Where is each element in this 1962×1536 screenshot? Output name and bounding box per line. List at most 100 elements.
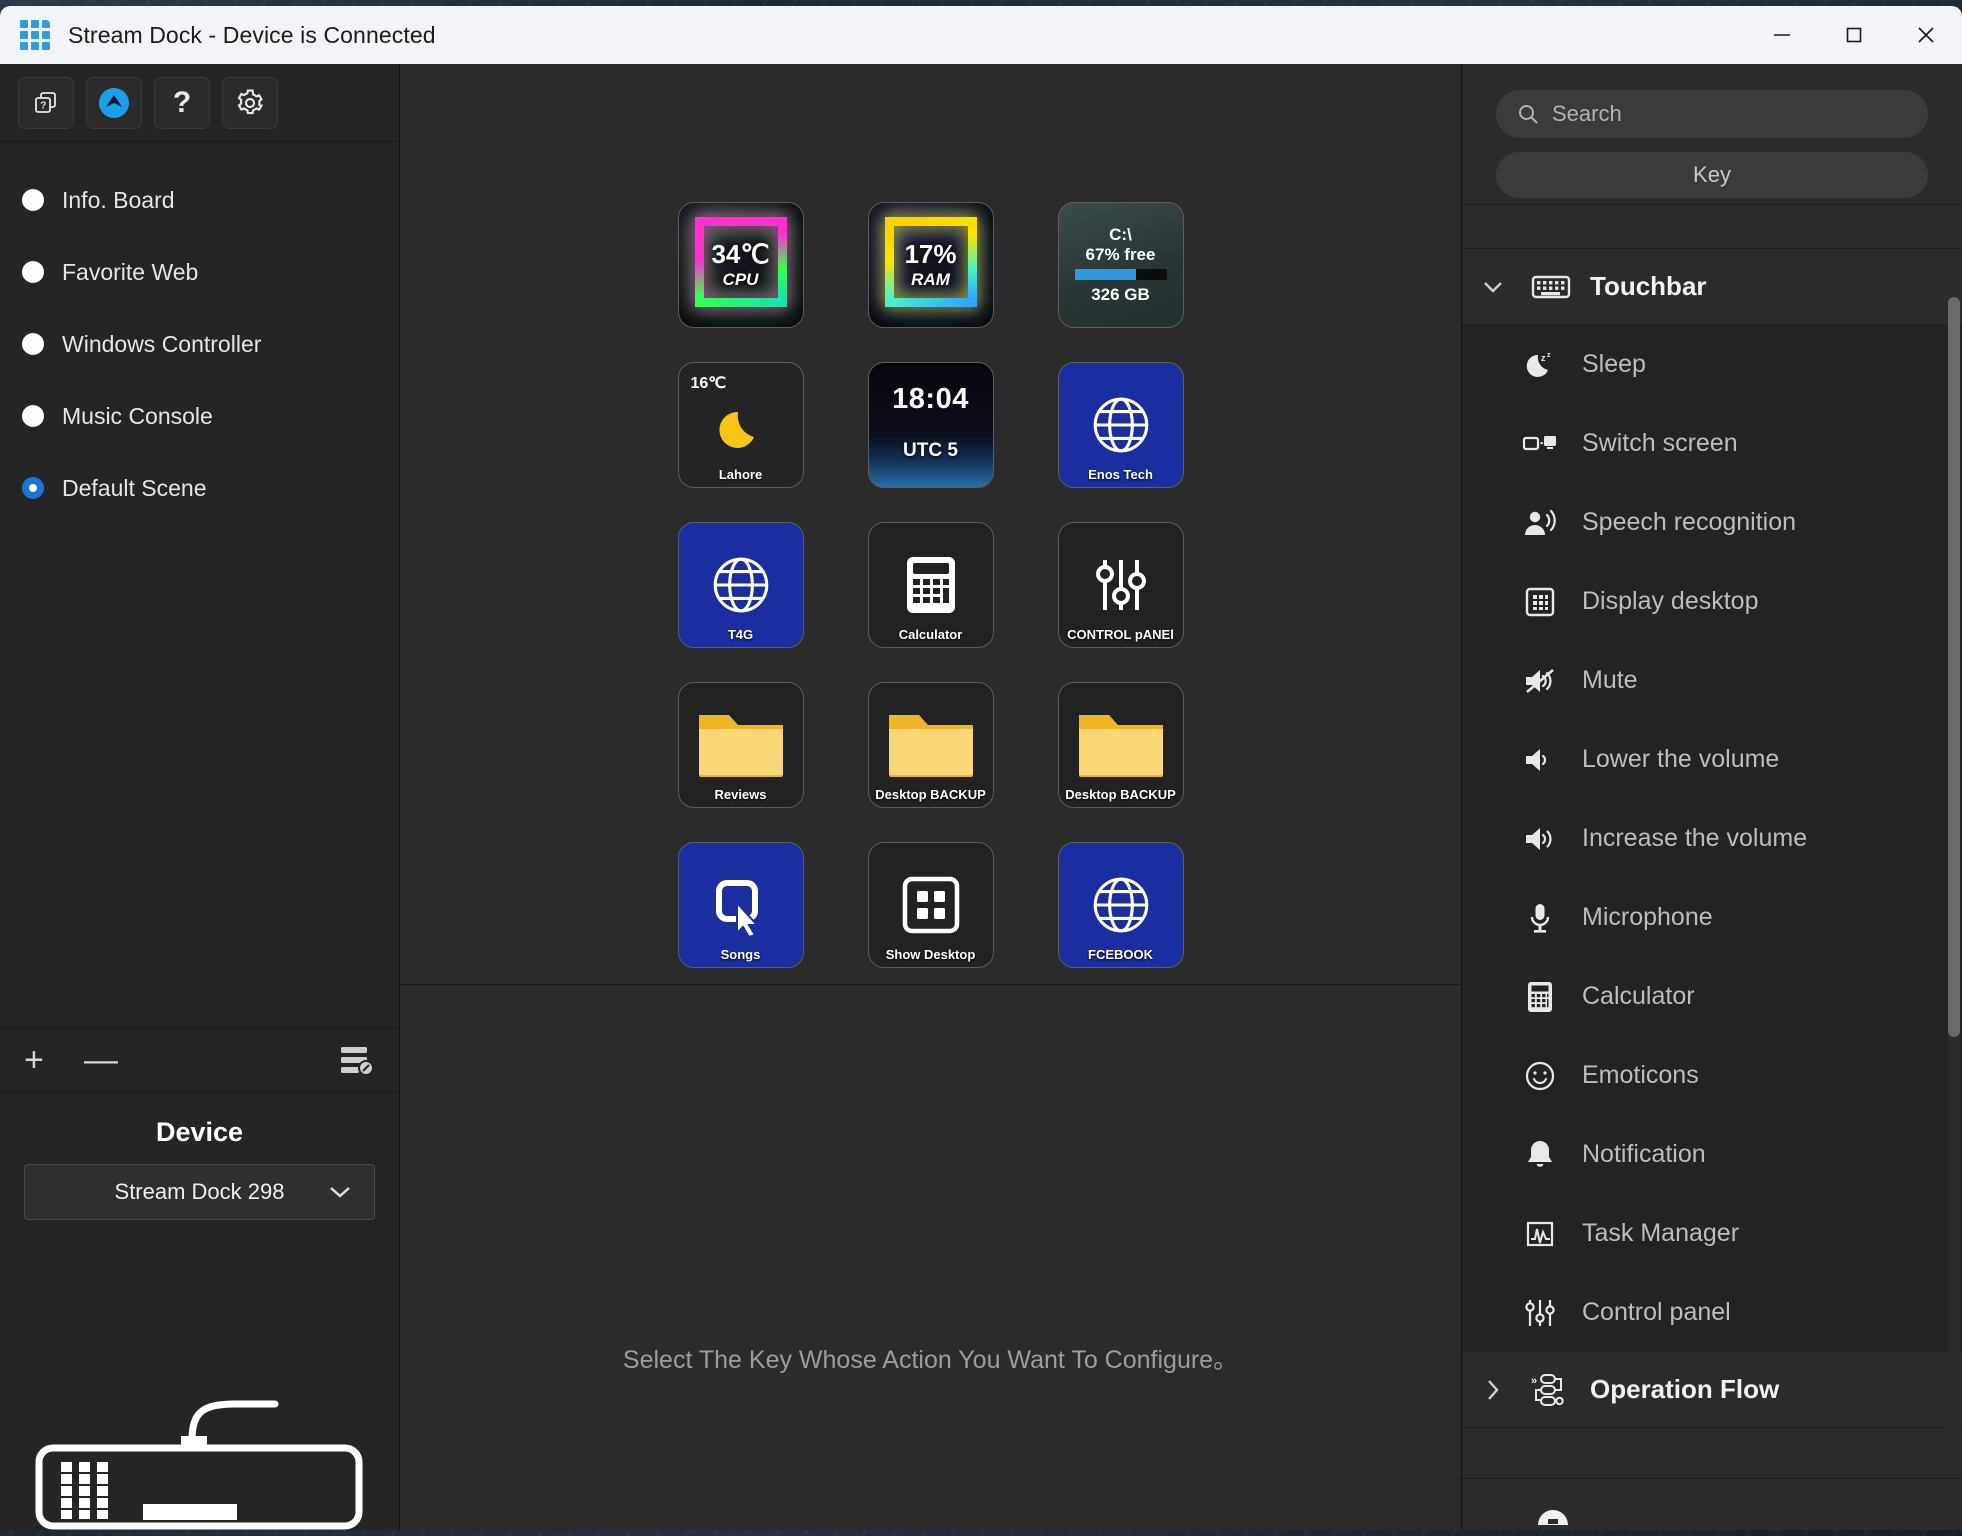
key-label: Songs: [720, 947, 761, 962]
key-tab[interactable]: Key: [1496, 152, 1928, 198]
key-clock-utc5[interactable]: 18:04 UTC 5: [867, 362, 994, 488]
scene-item-music-console[interactable]: Music Console: [0, 380, 399, 452]
category-header-operation-flow[interactable]: » Operation Flow: [1462, 1352, 1962, 1428]
action-item-emoticons[interactable]: Emoticons: [1462, 1036, 1962, 1115]
action-item-lower-volume[interactable]: Lower the volume: [1462, 720, 1962, 799]
search-input[interactable]: [1552, 101, 1908, 127]
key-label: Calculator: [898, 627, 963, 642]
speech-recognition-icon: [1520, 507, 1560, 539]
center-panel: 34℃ CPU 17% RAM C:\ 67% free 326 GB 16℃ …: [400, 64, 1462, 1530]
category-scrollbar-thumb[interactable]: [1948, 297, 1960, 1037]
action-item-control-panel[interactable]: Control panel: [1462, 1273, 1962, 1352]
action-item-display-desktop[interactable]: Display desktop: [1462, 562, 1962, 641]
key-weather-lahore[interactable]: 16℃ Lahore: [677, 362, 804, 488]
svg-text:z: z: [1547, 352, 1551, 359]
action-item-mute[interactable]: Mute: [1462, 641, 1962, 720]
folder-icon: [1075, 707, 1167, 783]
key-disk-monitor[interactable]: C:\ 67% free 326 GB: [1057, 202, 1184, 328]
action-label: Notification: [1582, 1140, 1706, 1168]
microphone-icon: [1520, 902, 1560, 934]
help-button[interactable]: ?: [154, 76, 210, 129]
volume-up-icon: [1520, 824, 1560, 854]
scene-list: Info. Board Favorite Web Windows Control…: [0, 142, 399, 1027]
radio-icon: [22, 405, 44, 427]
key-folder-desktop-backup-1[interactable]: Desktop BACKUP: [867, 682, 994, 808]
scene-label: Windows Controller: [62, 330, 262, 357]
action-label: Sleep: [1582, 350, 1646, 378]
bell-icon: [1520, 1139, 1560, 1171]
key-web-enos-tech[interactable]: Enos Tech: [1057, 362, 1184, 488]
action-item-notification[interactable]: Notification: [1462, 1115, 1962, 1194]
device-select[interactable]: Stream Dock 298: [24, 1164, 375, 1220]
category-partial-below[interactable]: [1462, 1478, 1962, 1530]
key-value: 17%: [904, 238, 957, 269]
key-zone: UTC 5: [903, 439, 958, 461]
keyboard-illustration: [24, 1340, 375, 1530]
action-label: Emoticons: [1582, 1061, 1699, 1089]
category-header-touchbar[interactable]: Touchbar: [1462, 249, 1962, 325]
key-value: 34℃: [711, 238, 770, 269]
action-item-calculator[interactable]: Calculator: [1462, 957, 1962, 1036]
action-item-increase-volume[interactable]: Increase the volume: [1462, 799, 1962, 878]
touchbar-action-list: z z Sleep Switch screen Speech recogniti…: [1462, 325, 1962, 1352]
action-item-microphone[interactable]: Microphone: [1462, 878, 1962, 957]
remove-scene-button[interactable]: —: [84, 1043, 144, 1077]
sliders-icon: [1520, 1297, 1560, 1329]
minimize-button[interactable]: [1746, 6, 1818, 64]
close-button[interactable]: [1890, 6, 1962, 64]
scene-item-info-board[interactable]: Info. Board: [0, 164, 399, 236]
key-label: T4G: [727, 627, 754, 642]
category-partial-above: [1462, 205, 1962, 249]
category-label: Operation Flow: [1590, 1374, 1780, 1404]
chevron-right-icon: [1474, 1378, 1512, 1402]
key-web-t4g[interactable]: T4G: [677, 522, 804, 648]
category-scroll-area: Touchbar z z Sleep Switch screen Speech …: [1462, 204, 1962, 1478]
action-item-switch-screen[interactable]: Switch screen: [1462, 404, 1962, 483]
scene-item-default-scene[interactable]: Default Scene: [0, 452, 399, 524]
action-item-task-manager[interactable]: Task Manager: [1462, 1194, 1962, 1273]
list-edit-icon[interactable]: [337, 1043, 375, 1077]
app-logo-icon: [20, 20, 50, 50]
action-label: Speech recognition: [1582, 508, 1797, 536]
scene-label: Default Scene: [62, 474, 207, 501]
action-item-speech-recognition[interactable]: Speech recognition: [1462, 483, 1962, 562]
svg-text:z: z: [1541, 353, 1546, 363]
maximize-button[interactable]: [1818, 6, 1890, 64]
action-label: Task Manager: [1582, 1219, 1740, 1247]
scene-item-favorite-web[interactable]: Favorite Web: [0, 236, 399, 308]
update-button[interactable]: [86, 76, 142, 129]
volume-down-icon: [1520, 745, 1560, 775]
search-icon: [1516, 102, 1540, 126]
key-ram-monitor[interactable]: 17% RAM: [867, 202, 994, 328]
sliders-icon: [1090, 554, 1152, 616]
arrow-up-circle-icon: [97, 86, 131, 120]
key-folder-reviews[interactable]: Reviews: [677, 682, 804, 808]
key-web-fcebook[interactable]: FCEBOOK: [1057, 842, 1184, 968]
gear-icon: [235, 88, 265, 118]
search-field[interactable]: [1496, 90, 1928, 138]
scene-item-windows-controller[interactable]: Windows Controller: [0, 308, 399, 380]
add-scene-button[interactable]: +: [24, 1043, 84, 1077]
calculator-icon: [1520, 981, 1560, 1013]
key-folder-desktop-backup-2[interactable]: Desktop BACKUP: [1057, 682, 1184, 808]
category-label: Touchbar: [1590, 271, 1707, 301]
action-label: Calculator: [1582, 982, 1695, 1010]
right-panel: Key: [1462, 64, 1962, 1530]
key-sub: RAM: [911, 269, 950, 289]
stream-dock-window: Stream Dock - Device is Connected ? ? In…: [0, 6, 1962, 1530]
key-app-show-desktop[interactable]: Show Desktop: [867, 842, 994, 968]
key-app-calculator[interactable]: Calculator: [867, 522, 994, 648]
key-sub: CPU: [722, 269, 759, 289]
key-app-control-panel[interactable]: CONTROL pANEl: [1057, 522, 1184, 648]
key-shortcut-songs[interactable]: Songs: [677, 842, 804, 968]
smiley-icon: [1520, 1060, 1560, 1092]
task-manager-icon: [1520, 1219, 1560, 1249]
scene-actions-bar: + —: [0, 1027, 399, 1093]
key-cpu-monitor[interactable]: 34℃ CPU: [677, 202, 804, 328]
settings-button[interactable]: [222, 76, 278, 129]
copy-device-button[interactable]: ?: [18, 76, 74, 129]
question-mark-icon: ?: [172, 85, 192, 119]
action-item-sleep[interactable]: z z Sleep: [1462, 325, 1962, 404]
show-desktop-icon: [900, 874, 962, 936]
folder-icon: [885, 707, 977, 783]
